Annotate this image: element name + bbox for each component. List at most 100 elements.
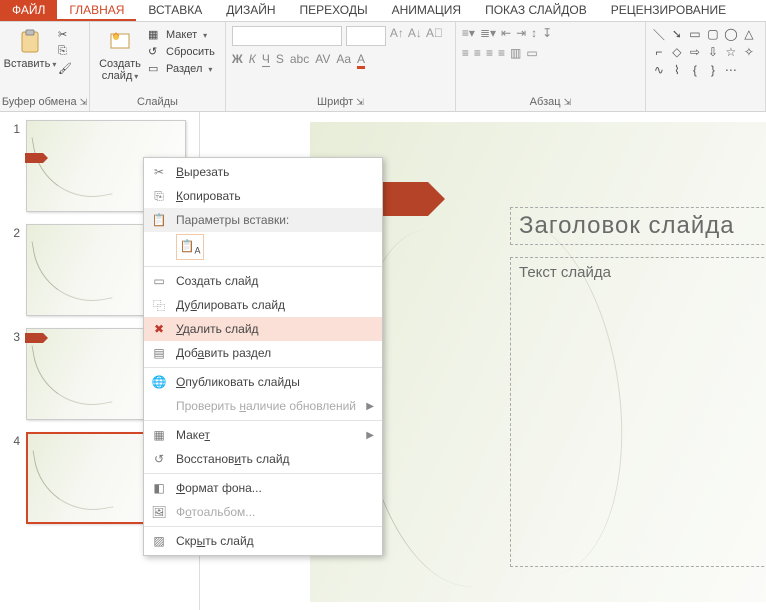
title-placeholder[interactable]: Заголовок слайда [510, 207, 766, 245]
font-size-combo[interactable] [346, 26, 386, 46]
shape-roundrect-icon[interactable]: ▢ [704, 25, 722, 43]
bullets-button[interactable]: ≡▾ [462, 26, 475, 40]
thumb-number: 4 [6, 432, 20, 448]
grow-font-button[interactable]: A↑ [390, 26, 404, 46]
delete-icon: ✖ [150, 321, 168, 337]
ctx-publish[interactable]: 🌐Опубликовать слайды [144, 370, 382, 394]
ctx-add-section[interactable]: ▤Добавить раздел [144, 341, 382, 365]
shape-triangle-icon[interactable]: △ [740, 25, 758, 43]
new-slide-button[interactable]: Создать слайд▾ [96, 26, 144, 85]
paste-keep-text-button[interactable]: 📋A [176, 234, 204, 260]
tab-file[interactable]: ФАЙЛ [0, 0, 57, 21]
format-painter-button[interactable]: 🖌 [58, 62, 72, 76]
shape-ellipse-icon[interactable]: ◯ [722, 25, 740, 43]
align-center-button[interactable]: ≡ [474, 46, 481, 60]
shrink-font-button[interactable]: A↓ [408, 26, 422, 46]
section-icon: ▤ [150, 345, 168, 361]
body-placeholder[interactable]: Текст слайда [510, 257, 766, 567]
brush-icon: 🖌 [58, 62, 72, 76]
italic-button[interactable]: К [249, 52, 256, 69]
ctx-copy[interactable]: ⎘Копировать [144, 184, 382, 208]
ctx-check-updates: Проверить наличие обновлений▶ [144, 394, 382, 418]
line-spacing-button[interactable]: ↕ [531, 26, 537, 40]
shape-diamond-icon[interactable]: ◇ [668, 43, 686, 61]
tab-animation[interactable]: АНИМАЦИЯ [380, 0, 473, 21]
layout-button[interactable]: ▦Макет▾ [148, 28, 215, 42]
ctx-bg-format[interactable]: ◧Формат фона... [144, 476, 382, 500]
numbering-button[interactable]: ≣▾ [480, 26, 496, 40]
shape-star-icon[interactable]: ☆ [722, 43, 740, 61]
group-font-label: Шрифт ⇲ [226, 94, 455, 111]
clear-format-button[interactable]: A⃠ [426, 26, 443, 46]
shape-arrowd-icon[interactable]: ⇩ [704, 43, 722, 61]
font-family-combo[interactable] [232, 26, 342, 46]
ctx-restore[interactable]: ↺Восстановить слайд [144, 447, 382, 471]
hide-icon: ▨ [150, 533, 168, 549]
copy-button[interactable]: ⎘ [58, 45, 72, 59]
shape-more-icon[interactable]: ⋯ [722, 61, 740, 79]
shadow-button[interactable]: abc [290, 52, 309, 69]
indent-inc-button[interactable]: ⇥ [516, 26, 526, 40]
group-slides-label: Слайды [90, 94, 225, 111]
duplicate-icon: ⿻ [150, 297, 168, 313]
indent-dec-button[interactable]: ⇤ [501, 26, 511, 40]
paste-button[interactable]: Вставить▾ [6, 26, 54, 73]
text-direction-button[interactable]: ↧ [542, 26, 552, 40]
ctx-new-slide[interactable]: ▭Создать слайд [144, 269, 382, 293]
align-right-button[interactable]: ≡ [486, 46, 493, 60]
reset-button[interactable]: ↺Сбросить [148, 45, 215, 59]
group-shapes: ＼ ➘ ▭ ▢ ◯ △ ⌐ ◇ ⇨ ⇩ ☆ ✧ ∿ ⌇ { } ⋯ [646, 22, 766, 111]
spacing-button[interactable]: AV [315, 52, 330, 69]
reset-icon: ↺ [148, 45, 162, 59]
ctx-hide[interactable]: ▨Скрыть слайд [144, 529, 382, 553]
ctx-duplicate[interactable]: ⿻Дублировать слайд [144, 293, 382, 317]
group-shapes-label [646, 94, 765, 111]
columns-button[interactable]: ▥ [510, 46, 521, 60]
cut-button[interactable]: ✂ [58, 28, 72, 42]
tab-insert[interactable]: ВСТАВКА [136, 0, 214, 21]
align-left-button[interactable]: ≡ [462, 46, 469, 60]
shape-rect-icon[interactable]: ▭ [686, 25, 704, 43]
clipboard-a-icon: 📋A [180, 239, 201, 255]
shape-curve-icon[interactable]: ∿ [650, 61, 668, 79]
tab-design[interactable]: ДИЗАЙН [214, 0, 287, 21]
copy-icon: ⎘ [150, 188, 168, 204]
thumb-number: 1 [6, 120, 20, 136]
ctx-paste-options: 📋A [144, 232, 382, 264]
ribbon-tabs: ФАЙЛ ГЛАВНАЯ ВСТАВКА ДИЗАЙН ПЕРЕХОДЫ АНИ… [0, 0, 766, 22]
shape-l-icon[interactable]: ⌐ [650, 43, 668, 61]
ctx-cut[interactable]: ✂Вырезать [144, 160, 382, 184]
ctx-delete[interactable]: ✖Удалить слайд [144, 317, 382, 341]
photoalbum-icon: 🖼 [150, 504, 168, 520]
font-color-button[interactable]: A [357, 52, 365, 69]
shape-arrow-icon[interactable]: ➘ [668, 25, 686, 43]
shape-callout-icon[interactable]: ✧ [740, 43, 758, 61]
shape-brace-l-icon[interactable]: { [686, 61, 704, 79]
shape-arrowr-icon[interactable]: ⇨ [686, 43, 704, 61]
tab-review[interactable]: РЕЦЕНЗИРОВАНИЕ [599, 0, 738, 21]
section-icon: ▭ [148, 62, 162, 76]
underline-button[interactable]: Ч [262, 52, 270, 69]
workspace: 1 2 3 4 Заголовок слайда Текст слайда [0, 112, 766, 610]
new-slide-icon: ▭ [150, 273, 168, 289]
bgformat-icon: ◧ [150, 480, 168, 496]
ctx-layout[interactable]: ▦Макет▶ [144, 423, 382, 447]
case-button[interactable]: Aa [336, 52, 351, 69]
section-button[interactable]: ▭Раздел▾ [148, 62, 215, 76]
tab-slideshow[interactable]: ПОКАЗ СЛАЙДОВ [473, 0, 599, 21]
group-clipboard-label: Буфер обмена ⇲ [0, 94, 89, 111]
smartart-button[interactable]: ▭ [526, 46, 537, 60]
publish-icon: 🌐 [150, 374, 168, 390]
bold-button[interactable]: Ж [232, 52, 243, 69]
align-justify-button[interactable]: ≡ [498, 46, 505, 60]
cut-icon: ✂ [58, 28, 72, 42]
new-slide-icon [106, 28, 134, 56]
group-clipboard: Вставить▾ ✂ ⎘ 🖌 Буфер обмена ⇲ [0, 22, 90, 111]
tab-home[interactable]: ГЛАВНАЯ [57, 0, 136, 21]
shape-connector-icon[interactable]: ⌇ [668, 61, 686, 79]
shape-brace-r-icon[interactable]: } [704, 61, 722, 79]
layout-icon: ▦ [150, 427, 168, 443]
shape-line-icon[interactable]: ＼ [650, 25, 668, 43]
tab-transitions[interactable]: ПЕРЕХОДЫ [288, 0, 380, 21]
strike-button[interactable]: S [276, 52, 284, 69]
